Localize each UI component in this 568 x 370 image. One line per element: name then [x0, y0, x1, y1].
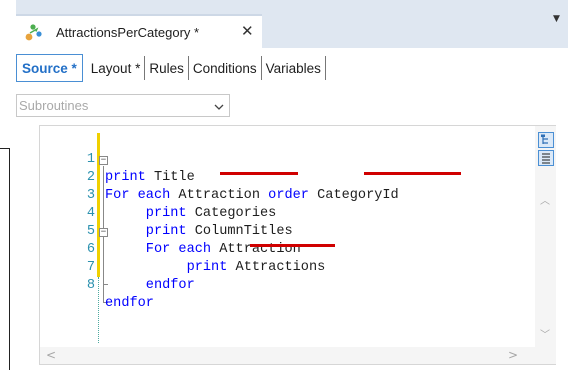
chevron-down-icon — [213, 100, 225, 112]
scroll-up-icon[interactable]: ︿ — [540, 192, 550, 207]
tab-conditions[interactable]: Conditions — [189, 56, 262, 80]
text-view-icon[interactable] — [538, 150, 554, 166]
tab-layout[interactable]: Layout * — [87, 56, 146, 80]
subroutines-dropdown[interactable]: Subroutines — [16, 94, 230, 117]
object-editor-window: AttractionsPerCategory * ✕ ▼ Source * La… — [16, 0, 568, 370]
tree-view-icon[interactable] — [538, 132, 554, 148]
keyword: print — [105, 170, 146, 185]
document-tab[interactable]: AttractionsPerCategory * ✕ — [16, 14, 262, 48]
tab-source[interactable]: Source * — [16, 54, 83, 82]
code-line: 1 print Title — [40, 133, 195, 185]
code-lines: 1 print Title 2 For each Attraction orde… — [40, 133, 399, 311]
keyword: endfor — [105, 296, 154, 311]
background-window-edge — [9, 148, 10, 370]
tab-list-dropdown-icon[interactable]: ▼ — [553, 14, 560, 24]
annotation-underline — [364, 172, 461, 175]
horizontal-scrollbar[interactable]: < > — [40, 347, 535, 364]
procedure-object-icon — [24, 22, 44, 42]
keyword: For each — [145, 242, 212, 257]
keyword: print — [145, 206, 187, 221]
document-tab-title: AttractionsPerCategory * — [56, 25, 200, 40]
code-line: 2 For each Attraction order CategoryId — [40, 151, 399, 203]
annotation-underline — [220, 172, 298, 175]
code-line: 6 print Attractions — [40, 223, 325, 275]
tab-variables[interactable]: Variables — [262, 56, 326, 80]
line-number: 8 — [86, 278, 95, 293]
keyword: order — [268, 188, 309, 203]
code-line: 4 print ColumnTitles — [40, 187, 293, 239]
source-code-editor[interactable]: − − 1 print Title 2 For each Attraction … — [39, 125, 556, 365]
keyword: For each — [105, 188, 171, 203]
keyword: endfor — [145, 278, 195, 293]
scroll-down-icon[interactable]: ﹀ — [540, 326, 550, 341]
code-line: 5 For each Attraction — [40, 205, 301, 257]
close-icon[interactable]: ✕ — [241, 22, 254, 40]
code-line: 7 endfor — [40, 241, 195, 293]
scroll-right-icon[interactable]: > — [508, 348, 518, 362]
keyword: print — [186, 260, 228, 275]
document-tab-strip: AttractionsPerCategory * ✕ ▼ — [16, 0, 568, 48]
scroll-left-icon[interactable]: < — [46, 348, 56, 362]
tab-rules[interactable]: Rules — [145, 56, 189, 80]
vertical-scrollbar[interactable]: ︿ ﹀ — [535, 126, 556, 364]
keyword: print — [145, 224, 187, 239]
code-line: 8 endfor — [40, 259, 154, 311]
code-line: 3 print Categories — [40, 169, 277, 221]
subroutines-placeholder: Subroutines — [19, 98, 89, 113]
annotation-underline — [250, 244, 335, 247]
part-tabs: Source * Layout * Rules Conditions Varia… — [16, 52, 326, 82]
